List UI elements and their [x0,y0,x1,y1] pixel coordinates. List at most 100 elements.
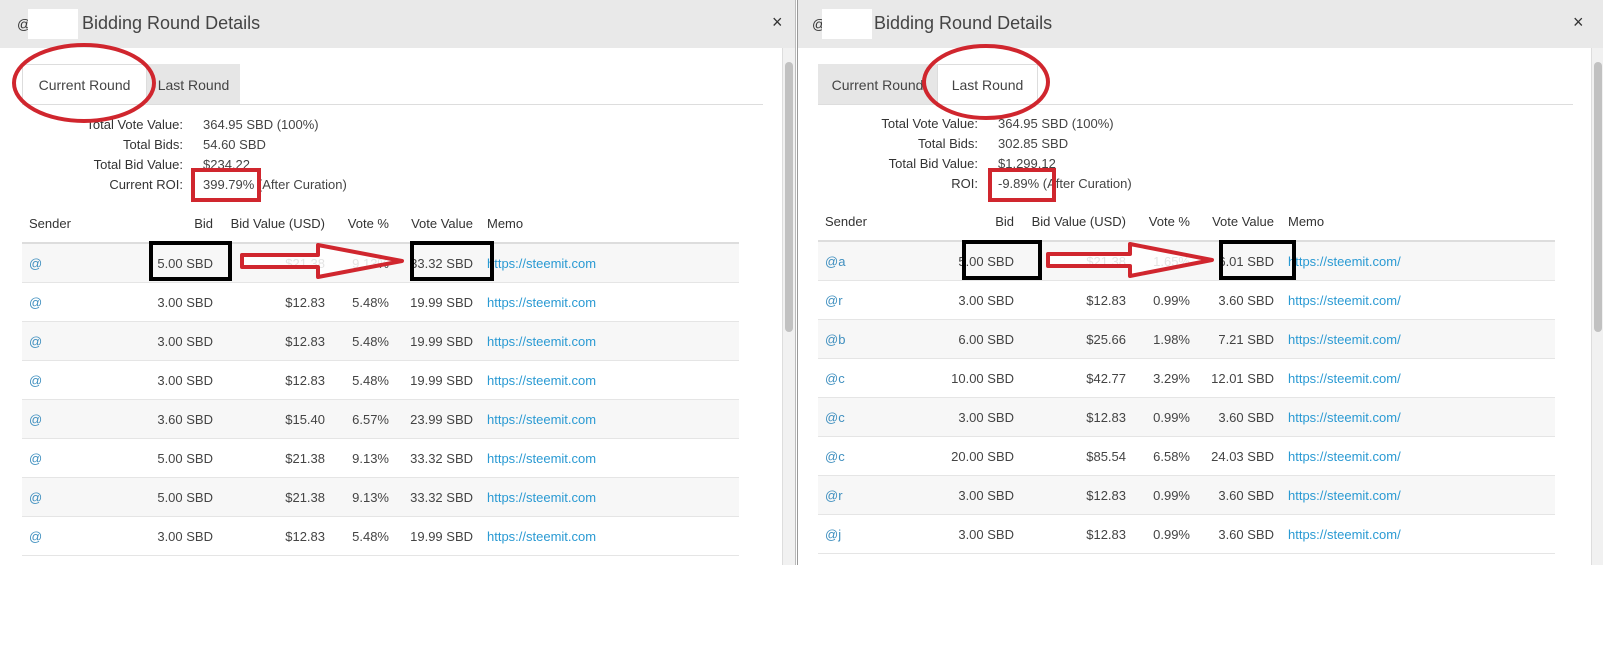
tab-current-round[interactable]: Current Round [818,64,937,104]
modal-title: Bidding Round Details [874,13,1053,33]
scrollbar[interactable] [782,48,795,565]
modal-header: @ Bidding Round Details × [798,0,1603,48]
memo-link[interactable]: https://steemit.com [480,516,739,556]
vote-pct-cell: 5.48% [332,360,396,400]
sender-link[interactable]: @c [818,358,937,398]
vote-pct-cell: 6.58% [1133,436,1197,476]
vote-value-cell: 12.01 SBD [1197,358,1281,398]
column-header-vote-value: Vote Value [1197,202,1281,242]
vote-value-cell: 19.99 SBD [396,321,480,361]
tab-divider [818,104,1573,105]
bid-cell: 20.00 SBD [937,436,1021,476]
sender-link[interactable]: @ [22,438,141,478]
memo-link[interactable]: https://steemit.com/ [1281,397,1555,437]
table-row: @3.60 SBD $15.40 6.57% 23.99 SBD https://ste… [22,399,739,439]
sender-link[interactable]: @ [22,399,141,439]
memo-link[interactable]: https://steemit.com/ [1281,241,1555,281]
vote-value-cell: 23.99 SBD [396,399,480,439]
vote-value-cell: 33.32 SBD [396,477,480,517]
scrollbar[interactable] [1591,48,1603,565]
sender-link[interactable]: @r [818,280,937,320]
vote-pct-cell: 5.48% [332,282,396,322]
bid-value-cell: $12.83 [220,360,332,400]
sender-link[interactable]: @j [818,514,937,554]
memo-link[interactable]: https://steemit.com/ [1281,319,1555,359]
vote-value-cell: 3.60 SBD [1197,397,1281,437]
memo-link[interactable]: https://steemit.com [480,243,739,283]
table-row: @3.00 SBD $12.83 5.48% 19.99 SBD https://ste… [22,282,739,322]
vote-pct-cell: 5.48% [332,321,396,361]
bid-value-cell: $12.83 [1021,397,1133,437]
vote-pct-cell: 6.57% [332,399,396,439]
scrollbar-thumb[interactable] [1594,62,1602,332]
bid-cell: 3.00 SBD [937,397,1021,437]
vote-pct-cell: 9.13% [332,438,396,478]
column-header-bid: Bid [141,204,220,244]
memo-link[interactable]: https://steemit.com [480,399,739,439]
bid-cell: 3.00 SBD [141,282,220,322]
sender-link[interactable]: @r [818,475,937,515]
modal-title: Bidding Round Details [82,13,261,33]
memo-link[interactable]: https://steemit.com/ [1281,280,1555,320]
summary-label-total-vote-value: Total Vote Value: [881,116,978,131]
memo-link[interactable]: https://steemit.com [480,477,739,517]
column-header-memo: Memo [1281,202,1555,242]
vote-value-cell: 7.21 SBD [1197,319,1281,359]
tab-last-round[interactable]: Last Round [147,64,240,104]
sender-link[interactable]: @ [22,282,141,322]
sender-link[interactable]: @c [818,436,937,476]
bid-cell: 3.00 SBD [141,321,220,361]
sender-link[interactable]: @ [22,360,141,400]
table-row: @3.00 SBD $12.83 5.48% 19.99 SBD https://ste… [22,516,739,556]
column-header-bid-value: Bid Value (USD) [1021,202,1133,242]
memo-link[interactable]: https://steemit.com/ [1281,358,1555,398]
tab-current-round[interactable]: Current Round [22,64,147,104]
memo-link[interactable]: https://steemit.com [480,438,739,478]
scrollbar-thumb[interactable] [785,62,793,332]
memo-link[interactable]: https://steemit.com/ [1281,514,1555,554]
summary-label-total-bids: Total Bids: [918,136,978,151]
table-row: @5.00 SBD $21.38 9.13% 33.32 SBD https://ste… [22,243,739,283]
memo-link[interactable]: https://steemit.com [480,321,739,361]
table-row: @5.00 SBD $21.38 9.13% 33.32 SBD https://ste… [22,438,739,478]
close-icon[interactable]: × [1573,12,1584,33]
bid-cell: 5.00 SBD [141,243,220,283]
sender-link[interactable]: @ [22,243,141,283]
table-row: @3.00 SBD $12.83 5.48% 19.99 SBD https://ste… [22,321,739,361]
summary-value-total-bid-value: $234.22 [203,157,250,172]
column-header-bid: Bid [937,202,1021,242]
bid-cell: 5.00 SBD [937,241,1021,281]
summary-label-total-bid-value: Total Bid Value: [93,157,183,172]
table-row: @c 10.00 SBD $42.77 3.29% 12.01 SBD https://s… [818,358,1555,398]
sender-link[interactable]: @ [22,477,141,517]
summary-label-total-bids: Total Bids: [123,137,183,152]
vote-pct-cell: 0.99% [1133,475,1197,515]
close-icon[interactable]: × [772,12,783,33]
memo-link[interactable]: https://steemit.com/ [1281,436,1555,476]
summary-label-total-bid-value: Total Bid Value: [888,156,978,171]
sender-link[interactable]: @c [818,397,937,437]
summary-value-total-bids: 302.85 SBD [998,136,1069,151]
bid-cell: 5.00 SBD [141,477,220,517]
sender-link[interactable]: @ [22,516,141,556]
memo-link[interactable]: https://steemit.com [480,360,739,400]
bid-cell: 10.00 SBD [937,358,1021,398]
table-header-row: Sender Bid Bid Value (USD) Vote % Vote V… [22,204,739,244]
vote-value-cell: 19.99 SBD [396,282,480,322]
sender-link[interactable]: @b [818,319,937,359]
sender-link[interactable]: @a [818,241,937,281]
vote-value-cell: 33.32 SBD [396,438,480,478]
vote-pct-cell: 0.99% [1133,280,1197,320]
sender-link[interactable]: @ [22,321,141,361]
vote-value-cell: 3.60 SBD [1197,514,1281,554]
memo-link[interactable]: https://steemit.com/ [1281,475,1555,515]
summary-value-total-vote-value: 364.95 SBD (100%) [203,117,319,132]
memo-link[interactable]: https://steemit.com [480,282,739,322]
tab-last-round[interactable]: Last Round [937,64,1038,104]
vote-value-cell: 24.03 SBD [1197,436,1281,476]
bid-value-cell: $21.38 [220,477,332,517]
bid-value-cell: $25.66 [1021,319,1133,359]
tab-divider [22,104,763,105]
bid-cell: 3.00 SBD [141,360,220,400]
vote-pct-cell: 1.65% [1133,241,1197,281]
